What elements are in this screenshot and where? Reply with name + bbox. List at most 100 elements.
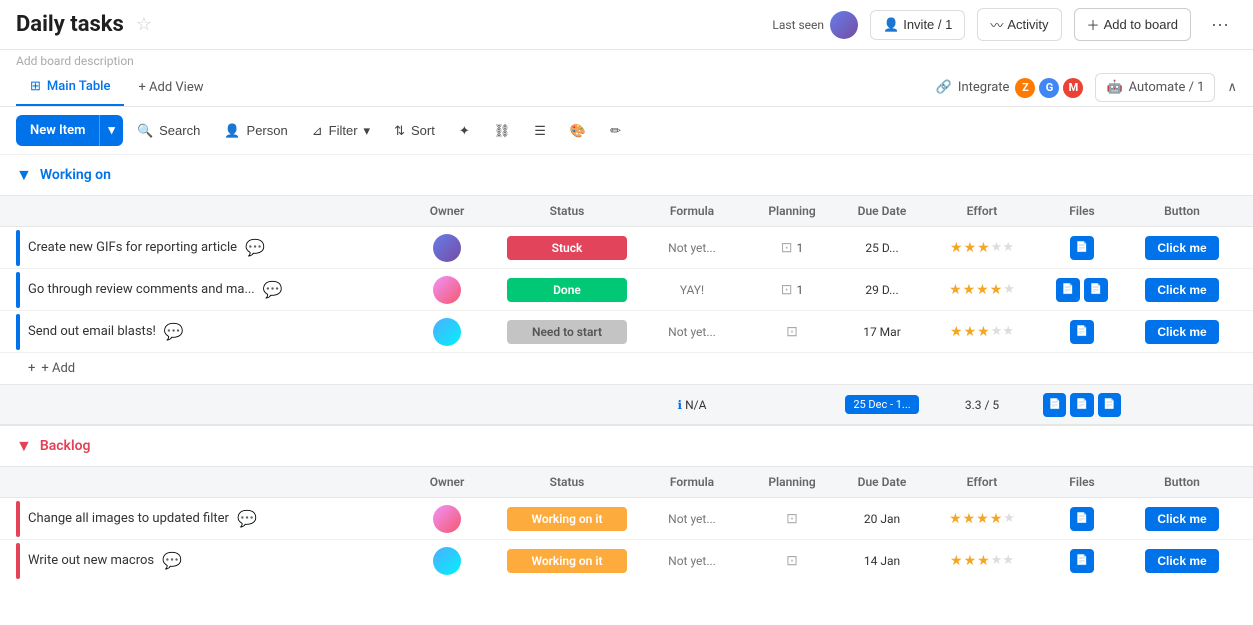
new-item-button[interactable]: New Item ▾ — [16, 115, 123, 146]
group-button[interactable]: ☰ — [524, 117, 556, 145]
hide-button[interactable]: ✦ — [449, 117, 480, 145]
click-me-button[interactable]: Click me — [1145, 278, 1218, 302]
more-options-button[interactable]: ··· — [1203, 8, 1237, 41]
cell-status[interactable]: Stuck — [497, 232, 637, 264]
click-me-button[interactable]: Click me — [1145, 236, 1218, 260]
col-header-formula: Formula — [637, 467, 747, 497]
avatar — [433, 276, 461, 304]
cell-files[interactable]: 📄 📄 — [1037, 274, 1127, 306]
row-indicator — [16, 230, 20, 266]
group-toggle-icon[interactable]: ▼ — [16, 436, 32, 456]
comment-icon[interactable]: 💬 — [237, 509, 257, 528]
filter-button[interactable]: ⊿ Filter ▾ — [302, 117, 380, 145]
comment-icon[interactable]: 💬 — [263, 280, 283, 299]
collapse-icon[interactable]: ∧ — [1227, 80, 1237, 95]
cell-button[interactable]: Click me — [1127, 274, 1237, 306]
avatar — [433, 318, 461, 346]
row-indicator — [16, 501, 20, 537]
row-name[interactable]: Send out email blasts! 💬 — [28, 322, 397, 341]
edit-button[interactable]: ✏ — [600, 117, 631, 145]
add-board-button[interactable]: ＋ Add to board — [1074, 8, 1191, 41]
click-me-button[interactable]: Click me — [1145, 320, 1218, 344]
cell-owner — [397, 501, 497, 537]
cell-files[interactable]: 📄 — [1037, 545, 1127, 577]
cell-status[interactable]: Working on it — [497, 503, 637, 535]
search-button[interactable]: 🔍 Search — [127, 117, 210, 145]
cell-files[interactable]: 📄 — [1037, 503, 1127, 535]
sort-button[interactable]: ⇅ Sort — [384, 117, 445, 145]
cell-owner — [397, 543, 497, 579]
col-header-name — [28, 203, 397, 219]
automate-icon: 🤖 — [1106, 80, 1122, 95]
cell-files[interactable]: 📄 — [1037, 316, 1127, 348]
status-badge: Working on it — [507, 507, 627, 531]
cell-button[interactable]: Click me — [1127, 232, 1237, 264]
file-icon[interactable]: 📄 — [1070, 236, 1094, 260]
click-me-button[interactable]: Click me — [1145, 507, 1218, 531]
sub-header: Add board description — [0, 50, 1253, 69]
avatar — [433, 547, 461, 575]
table-row: Write out new macros 💬 Working on it Not… — [0, 540, 1253, 580]
person-button[interactable]: 👤 Person — [214, 117, 297, 145]
status-badge: Need to start — [507, 320, 627, 344]
cell-files[interactable]: 📄 — [1037, 232, 1127, 264]
cell-button[interactable]: Click me — [1127, 503, 1237, 535]
working-on-group: ▼ Working on Owner Status Formula Planni… — [0, 155, 1253, 426]
file-icon[interactable]: 📄 — [1070, 320, 1094, 344]
activity-icon: 〰 — [990, 15, 1003, 34]
row-name[interactable]: Write out new macros 💬 — [28, 551, 397, 570]
table-icon: ⊞ — [30, 79, 41, 94]
cell-button[interactable]: Click me — [1127, 316, 1237, 348]
cell-status[interactable]: Working on it — [497, 545, 637, 577]
color-icon: 🎨 — [570, 123, 586, 139]
automate-button[interactable]: 🤖 Automate / 1 — [1095, 73, 1215, 102]
file-icon[interactable]: 📄 — [1070, 393, 1093, 417]
file-icon[interactable]: 📄 — [1070, 549, 1094, 573]
cell-planning: ⊡ — [747, 507, 837, 531]
cell-formula: Not yet... — [637, 508, 747, 530]
cell-formula: YAY! — [637, 279, 747, 301]
col-header-button: Button — [1127, 196, 1237, 226]
add-view-button[interactable]: + Add View — [124, 70, 217, 105]
cell-status[interactable]: Need to start — [497, 316, 637, 348]
integrate-button[interactable]: 🔗 Integrate Z G M — [936, 78, 1084, 98]
row-name[interactable]: Go through review comments and ma... 💬 — [28, 280, 397, 299]
cell-status[interactable]: Done — [497, 274, 637, 306]
tab-main-table[interactable]: ⊞ Main Table — [16, 69, 124, 106]
file-icon[interactable]: 📄 — [1070, 507, 1094, 531]
comment-icon[interactable]: 💬 — [245, 238, 265, 257]
cell-formula: Not yet... — [637, 550, 747, 572]
file-icon[interactable]: 📄 — [1043, 393, 1066, 417]
cell-button[interactable]: Click me — [1127, 545, 1237, 577]
working-on-header[interactable]: ▼ Working on — [0, 155, 1253, 195]
star-icon[interactable]: ☆ — [136, 14, 152, 35]
gmail-icon: M — [1063, 78, 1083, 98]
working-on-title: Working on — [40, 167, 111, 183]
comment-icon[interactable]: 💬 — [162, 551, 182, 570]
cell-effort: ★★★★★ — [927, 507, 1037, 531]
status-badge: Done — [507, 278, 627, 302]
invite-button[interactable]: 👤 Invite / 1 — [870, 10, 965, 40]
link-button[interactable]: ⛓ — [484, 117, 521, 145]
click-me-button[interactable]: Click me — [1145, 549, 1218, 573]
summary-cell-formula: ℹ N/A — [637, 394, 747, 416]
summary-cell-effort: 3.3 / 5 — [927, 394, 1037, 416]
file-icon[interactable]: 📄 — [1056, 278, 1080, 302]
row-name[interactable]: Change all images to updated filter 💬 — [28, 509, 397, 528]
planning-icon: ⊡ — [781, 240, 793, 256]
file-icon[interactable]: 📄 — [1084, 278, 1108, 302]
row-name[interactable]: Create new GIFs for reporting article 💬 — [28, 238, 397, 257]
col-header-effort: Effort — [927, 467, 1037, 497]
add-row-button[interactable]: + + Add — [0, 353, 1253, 384]
activity-button[interactable]: 〰 Activity — [977, 8, 1061, 41]
plus-icon: ＋ — [1087, 15, 1100, 34]
board-description[interactable]: Add board description — [16, 52, 134, 70]
file-icon[interactable]: 📄 — [1098, 393, 1121, 417]
new-item-arrow[interactable]: ▾ — [99, 115, 123, 146]
comment-icon[interactable]: 💬 — [164, 322, 184, 341]
tabs-bar: ⊞ Main Table + Add View 🔗 Integrate Z G … — [0, 69, 1253, 107]
cell-planning: ⊡ — [747, 320, 837, 344]
color-button[interactable]: 🎨 — [560, 117, 596, 145]
group-toggle-icon[interactable]: ▼ — [16, 165, 32, 185]
backlog-header[interactable]: ▼ Backlog — [0, 426, 1253, 466]
